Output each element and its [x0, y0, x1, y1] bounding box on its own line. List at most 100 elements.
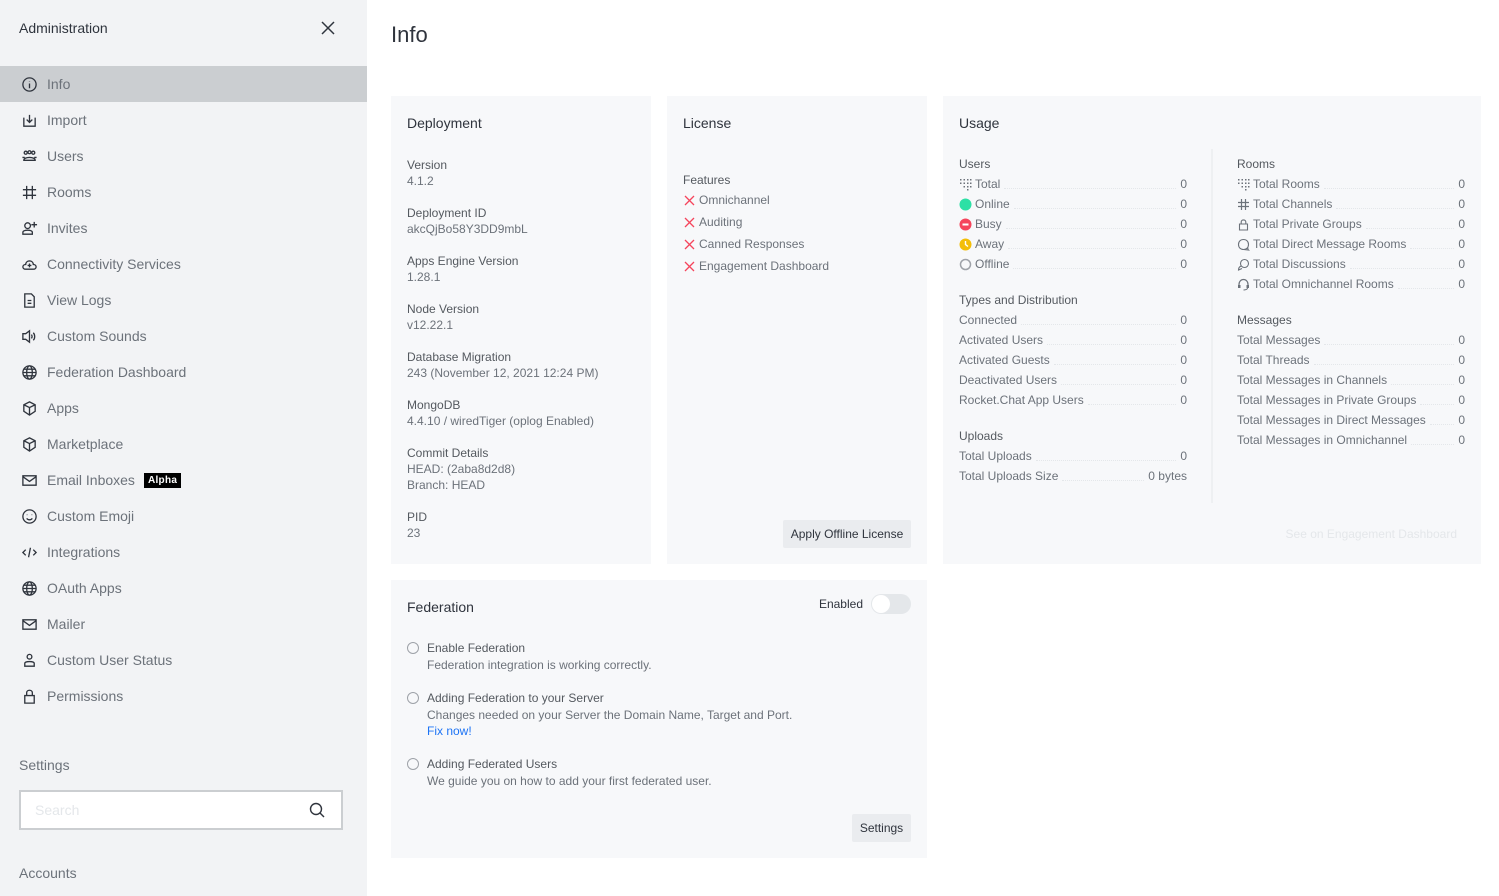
- speaker-icon: [20, 327, 38, 345]
- step-status-icon: [407, 642, 419, 654]
- sidebar-item-label: Info: [47, 76, 71, 92]
- row-value: 0: [1458, 277, 1465, 291]
- field-value: 1.28.1: [407, 270, 441, 284]
- mail-icon: [20, 615, 38, 633]
- see-engagement-dashboard-link[interactable]: See on Engagement Dashboard: [1286, 527, 1457, 541]
- usage-row: Total Private Groups 0: [1237, 214, 1465, 234]
- sidebar-item-label: Users: [47, 148, 84, 164]
- step-description: Federation integration is working correc…: [427, 658, 652, 672]
- license-card: License Features Omnichannel Auditing Ca…: [667, 96, 927, 564]
- row-value: 0: [1458, 257, 1465, 271]
- sidebar-item-integrations[interactable]: Integrations: [0, 534, 367, 570]
- sidebar-item-apps[interactable]: Apps: [0, 390, 367, 426]
- sidebar-item-rooms[interactable]: Rooms: [0, 174, 367, 210]
- usage-row: Total Uploads Size 0 bytes: [959, 466, 1187, 486]
- sidebar-item-connectivity-services[interactable]: Connectivity Services: [0, 246, 367, 282]
- deployment-title: Deployment: [407, 115, 482, 131]
- license-title: License: [683, 115, 732, 131]
- usage-row: Total Messages in Direct Messages 0: [1237, 410, 1465, 430]
- field-label: Apps Engine Version: [407, 254, 519, 268]
- sidebar-item-view-logs[interactable]: View Logs: [0, 282, 367, 318]
- sidebar-item-permissions[interactable]: Permissions: [0, 678, 367, 714]
- sidebar-item-users[interactable]: Users: [0, 138, 367, 174]
- lock-icon: [1237, 218, 1250, 231]
- status-away-icon: [959, 238, 972, 251]
- sidebar-item-custom-emoji[interactable]: Custom Emoji: [0, 498, 367, 534]
- sidebar-item-label: Email Inboxes: [47, 472, 135, 488]
- apply-offline-license-button[interactable]: Apply Offline License: [783, 520, 911, 548]
- sidebar-item-label: Custom User Status: [47, 652, 173, 668]
- sidebar-item-mailer[interactable]: Mailer: [0, 606, 367, 642]
- field-label: MongoDB: [407, 398, 461, 412]
- close-icon[interactable]: [320, 20, 336, 36]
- fix-now-link[interactable]: Fix now!: [427, 723, 792, 739]
- federation-step: Adding Federated Users We guide you on h…: [407, 757, 712, 789]
- row-value: 0: [1458, 413, 1465, 427]
- hashtag-icon: [1237, 198, 1250, 211]
- code-icon: [20, 543, 38, 561]
- sidebar-item-import[interactable]: Import: [0, 102, 367, 138]
- field-label: Commit Details: [407, 446, 489, 460]
- row-label: Total Channels: [1253, 197, 1333, 211]
- feature-label: Auditing: [699, 215, 743, 229]
- row-value: 0 bytes: [1148, 469, 1187, 483]
- row-value: 0: [1458, 197, 1465, 211]
- settings-search-box: [19, 790, 343, 830]
- toggle-label: Enabled: [818, 597, 863, 611]
- sidebar-item-label: Mailer: [47, 616, 86, 632]
- row-label: Total Rooms: [1253, 177, 1320, 191]
- federation-settings-button[interactable]: Settings: [852, 814, 911, 842]
- status-busy-icon: [959, 218, 972, 231]
- usage-row: Rocket.Chat App Users 0: [959, 390, 1187, 410]
- field-label: Database Migration: [407, 350, 512, 364]
- sidebar-item-custom-user-status[interactable]: Custom User Status: [0, 642, 367, 678]
- row-label: Total Private Groups: [1253, 217, 1362, 231]
- sidebar-item-marketplace[interactable]: Marketplace: [0, 426, 367, 462]
- sidebar-item-label: Rooms: [47, 184, 92, 200]
- usage-card: Usage Users Total 0 Online 0 Busy 0 Away 0 O…: [943, 96, 1481, 564]
- sidebar-item-oauth-apps[interactable]: OAuth Apps: [0, 570, 367, 606]
- row-value: 0: [1180, 237, 1187, 251]
- chat-bubble-icon: [1237, 238, 1250, 251]
- usage-row: Total Direct Message Rooms 0: [1237, 234, 1465, 254]
- row-label: Total Threads: [1237, 353, 1310, 367]
- sidebar-item-email-inboxes[interactable]: Email Inboxes Alpha: [0, 462, 367, 498]
- uploads-section-label: Uploads: [959, 429, 1004, 443]
- sidebar-item-label: Custom Emoji: [47, 508, 135, 524]
- field-label: Node Version: [407, 302, 480, 316]
- row-label: Total Omnichannel Rooms: [1253, 277, 1394, 291]
- usage-row: Total Messages 0: [1237, 330, 1465, 350]
- row-label: Total Uploads: [959, 449, 1032, 463]
- node-version-field: Node Version v12.22.1: [407, 301, 479, 333]
- usage-row: Activated Guests 0: [959, 350, 1187, 370]
- sidebar-item-federation-dashboard[interactable]: Federation Dashboard: [0, 354, 367, 390]
- search-icon[interactable]: [308, 801, 326, 819]
- sidebar-item-invites[interactable]: Invites: [0, 210, 367, 246]
- cross-icon: [684, 217, 695, 227]
- version-field: Version 4.1.2: [407, 157, 447, 189]
- row-label: Connected: [959, 313, 1018, 327]
- cloud-plus-icon: [20, 255, 38, 273]
- step-title: Adding Federated Users: [427, 757, 558, 771]
- settings-search-input[interactable]: [35, 800, 295, 820]
- mongodb-field: MongoDB 4.4.10 / wiredTiger (oplog Enabl…: [407, 397, 594, 429]
- feature-item: Omnichannel: [683, 193, 770, 207]
- cube-icon: [20, 435, 38, 453]
- toggle-knob: [872, 595, 890, 613]
- federation-enabled-toggle[interactable]: [871, 594, 911, 614]
- sidebar-item-custom-sounds[interactable]: Custom Sounds: [0, 318, 367, 354]
- sidebar-title: Administration: [19, 20, 108, 36]
- accounts-section-label: Accounts: [19, 865, 77, 881]
- field-value: 4.1.2: [407, 174, 434, 188]
- usage-row: Total Messages in Private Groups 0: [1237, 390, 1465, 410]
- usage-row: Offline 0: [959, 254, 1187, 274]
- sidebar-item-info[interactable]: Info: [0, 66, 367, 102]
- usage-row: Online 0: [959, 194, 1187, 214]
- field-value: 4.4.10 / wiredTiger (oplog Enabled): [407, 414, 594, 428]
- discussion-icon: [1237, 258, 1250, 271]
- field-value: 23: [407, 526, 421, 540]
- total-grid-icon: [959, 178, 972, 191]
- row-label: Deactivated Users: [959, 373, 1058, 387]
- step-description: We guide you on how to add your first fe…: [427, 774, 712, 788]
- info-circle-icon: [20, 75, 38, 93]
